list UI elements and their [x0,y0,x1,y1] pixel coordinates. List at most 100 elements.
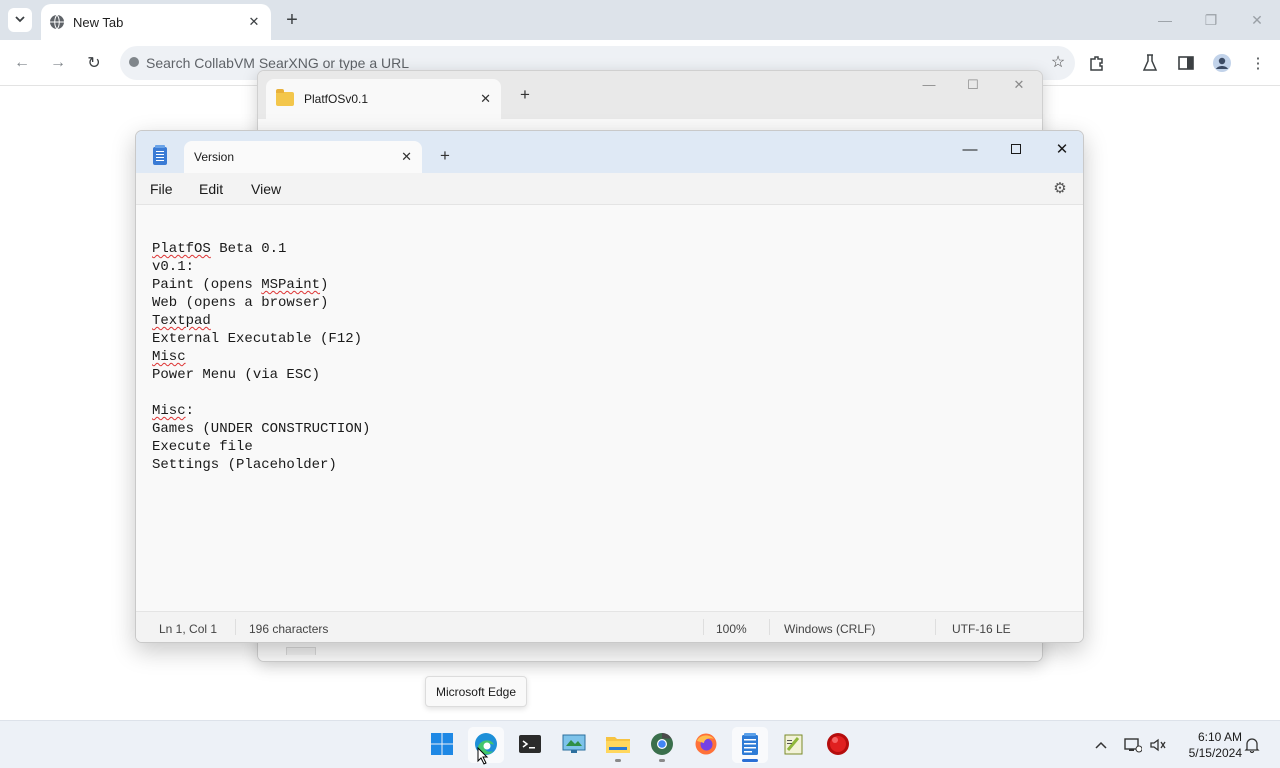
side-panel-icon[interactable] [1175,52,1197,74]
menu-edit[interactable]: Edit [199,181,223,197]
chevron-up-icon[interactable] [1091,735,1111,755]
start-button[interactable] [424,727,460,763]
minimize-icon[interactable]: — [914,77,944,97]
volume-muted-icon[interactable] [1148,735,1168,755]
explorer-tab-title: PlatfOSv0.1 [304,92,369,106]
address-bar-placeholder: Search CollabVM SearXNG or type a URL [146,55,409,71]
close-window-icon[interactable]: ✕ [1242,8,1272,32]
restore-icon[interactable]: ❐ [1196,8,1226,32]
explorer-statusbar-fragment [286,647,316,655]
minimize-icon[interactable]: — [1150,8,1180,32]
system-clock[interactable]: 6:10 AM 5/15/2024 [1178,729,1242,761]
browser-tab-new-tab[interactable]: New Tab ✕ [41,4,271,40]
running-indicator [615,759,621,762]
new-tab-button[interactable]: + [440,146,450,166]
firefox-icon [694,732,718,759]
close-tab-icon[interactable]: ✕ [401,149,412,165]
notepad-icon [740,732,760,759]
text-line [152,384,370,402]
text-line: Textpad [152,312,370,330]
notepad-text-area[interactable]: PlatfOS Beta 0.1 v0.1: Paint (opens MSPain… [152,222,370,510]
notepad-tab-title: Version [194,150,235,164]
notification-bell-icon[interactable] [1242,735,1262,755]
misspelled-word: Textpad [152,313,211,329]
close-tab-icon[interactable]: ✕ [245,13,263,31]
misspelled-word: Misc [152,403,186,419]
browser-tab-title: New Tab [73,14,124,30]
notepad-statusbar: Ln 1, Col 1 196 characters 100% Windows … [136,611,1083,642]
record-icon [826,732,850,759]
text-line: Games (UNDER CONSTRUCTION) [152,421,371,437]
control-panel-icon [562,733,586,758]
encoding[interactable]: UTF-16 LE [952,622,1011,636]
text-line: v0.1: [152,259,195,275]
back-arrow-icon[interactable]: ← [10,51,34,75]
chrome-icon [650,732,674,759]
running-indicator [659,759,665,762]
taskbar-terminal[interactable] [512,727,548,763]
taskbar-file-explorer[interactable] [600,727,636,763]
taskbar-tooltip: Microsoft Edge [425,676,527,707]
notepad-tab[interactable]: Version ✕ [184,141,422,173]
maximize-icon[interactable] [993,135,1039,163]
taskbar: 6:10 AM 5/15/2024 [0,720,1280,768]
text-line: Power Menu (via ESC) [152,367,321,383]
kebab-menu-icon[interactable]: ⋮ [1247,52,1269,74]
folder-icon [276,89,294,106]
character-count: 196 characters [249,622,329,636]
taskbar-control-panel[interactable] [556,727,592,763]
status-divider [235,619,236,635]
network-icon[interactable] [1123,735,1143,755]
clock-time: 6:10 AM [1197,730,1242,744]
taskbar-chrome[interactable] [644,727,680,763]
site-info-icon [128,56,142,70]
explorer-tabbar: PlatfOSv0.1 ✕ + — ☐ ✕ [258,71,1042,119]
menu-file[interactable]: File [150,181,173,197]
new-tab-button[interactable]: + [520,85,530,105]
labs-flask-icon[interactable] [1139,52,1161,74]
close-window-icon[interactable]: ✕ [1004,77,1034,97]
menu-view[interactable]: View [251,181,281,197]
status-divider [769,619,770,635]
text-line: Paint (opens MSPaint) [152,277,329,293]
explorer-tab[interactable]: PlatfOSv0.1 ✕ [266,79,501,119]
close-tab-icon[interactable]: ✕ [480,91,491,107]
line-ending[interactable]: Windows (CRLF) [784,622,875,636]
minimize-icon[interactable]: — [947,135,993,163]
taskbar-notepad[interactable] [732,727,768,763]
misspelled-word: Misc [152,349,186,365]
notepad-app-icon [153,145,167,165]
text-line: Web (opens a browser) [152,295,329,311]
chevron-down-icon [15,14,25,27]
taskbar-notepad-plus-plus[interactable] [776,727,812,763]
zoom-level[interactable]: 100% [716,622,747,636]
text-line: Execute file [152,439,253,455]
tab-search-button[interactable] [8,8,32,32]
taskbar-firefox[interactable] [688,727,724,763]
notepad-menubar: File Edit View ⚙ [136,173,1083,205]
settings-gear-icon[interactable]: ⚙ [1052,181,1068,197]
status-divider [703,619,704,635]
maximize-icon[interactable]: ☐ [958,77,988,97]
taskbar-edge[interactable] [468,727,504,765]
forward-arrow-icon[interactable]: → [46,51,70,75]
text-line: External Executable (F12) [152,331,363,347]
terminal-icon [518,733,542,758]
reload-icon[interactable]: ↻ [82,51,106,75]
text-line: Settings (Placeholder) [152,457,337,473]
notepad-window: Version ✕ + — ✕ File Edit View ⚙ PlatfOS… [135,130,1084,643]
bookmark-star-icon[interactable]: ☆ [1049,54,1067,72]
cursor-position: Ln 1, Col 1 [159,622,218,636]
clock-date: 5/15/2024 [1188,746,1242,760]
notepad-titlebar[interactable]: Version ✕ + — ✕ [136,131,1083,173]
misspelled-word: PlatfOS [152,241,211,257]
misspelled-word: MSPaint [261,277,321,293]
profile-avatar-icon[interactable] [1211,52,1233,74]
status-divider [935,619,936,635]
close-window-icon[interactable]: ✕ [1039,135,1083,163]
extensions-icon[interactable] [1086,52,1108,74]
taskbar-recorder[interactable] [820,727,856,763]
notepad-plus-icon [783,732,805,759]
mouse-cursor-icon [477,746,489,768]
new-tab-button[interactable]: + [280,8,304,32]
